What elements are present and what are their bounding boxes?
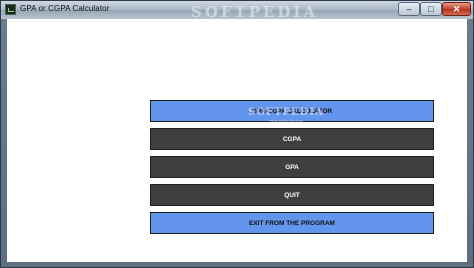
gpa-button[interactable]: GPA [150, 156, 434, 178]
exit-program-button[interactable]: EXIT FROM THE PROGRAM [150, 212, 434, 234]
client-area: GPA-CGPA CALCULATOR CGPA GPA QUIT EXIT F… [7, 19, 467, 262]
app-window: GPA or CGPA Calculator SOFTPEDIA – □ ✕ G… [0, 0, 474, 268]
gpa-cgpa-calculator-button[interactable]: GPA-CGPA CALCULATOR [150, 100, 434, 122]
cgpa-button[interactable]: CGPA [150, 128, 434, 150]
app-icon [5, 4, 16, 15]
minimize-button[interactable]: – [398, 2, 420, 16]
maximize-button[interactable]: □ [420, 2, 442, 16]
close-button[interactable]: ✕ [442, 2, 471, 16]
window-title: GPA or CGPA Calculator [20, 4, 110, 13]
quit-button[interactable]: QUIT [150, 184, 434, 206]
title-bar[interactable]: GPA or CGPA Calculator SOFTPEDIA – □ ✕ [1, 1, 473, 21]
